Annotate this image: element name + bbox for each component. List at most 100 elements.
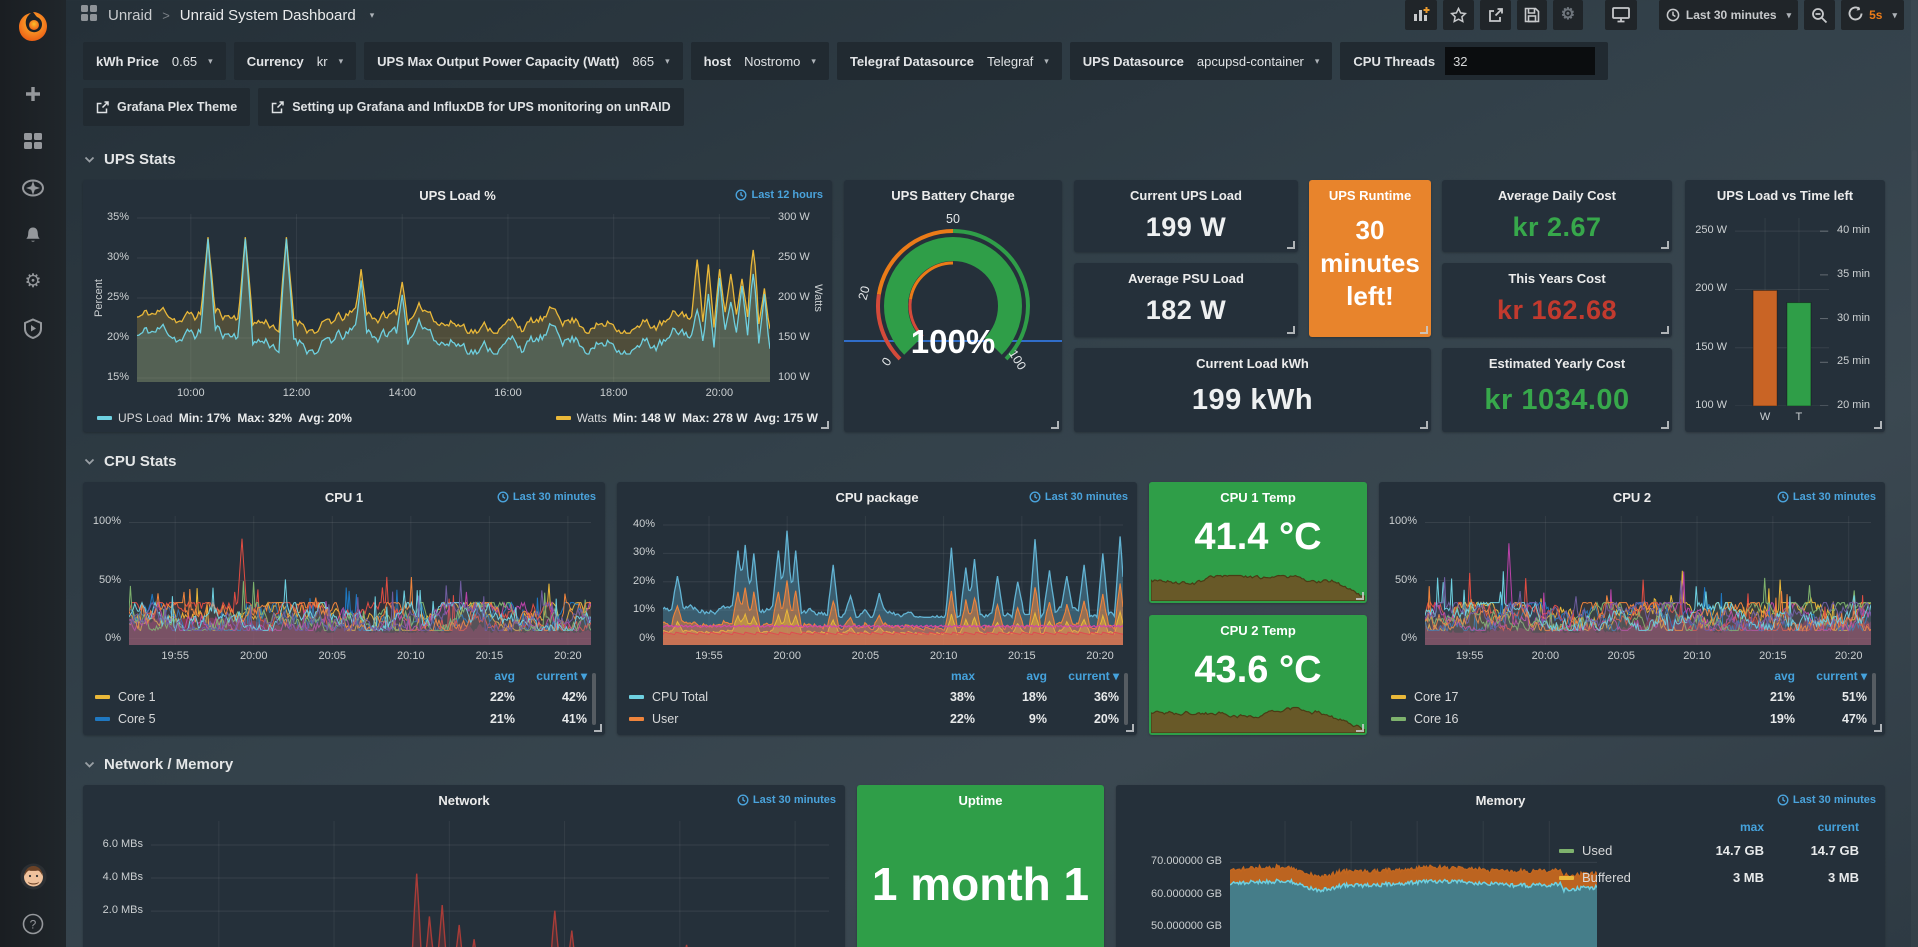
panel-current-ups-load[interactable]: Current UPS Load 199 W: [1074, 180, 1298, 252]
dashboard-title[interactable]: Unraid System Dashboard: [180, 7, 356, 24]
share-dashboard-button[interactable]: [1480, 0, 1511, 30]
panel-cpu-2[interactable]: CPU 2 Last 30 minutes 100%50%0%19:5520:0…: [1379, 482, 1885, 735]
panel-title[interactable]: Memory: [1116, 785, 1885, 808]
panel-ups-load[interactable]: UPS Load % Last 12 hours 35%30%25%20%15%…: [83, 180, 832, 432]
panel-average-psu-load[interactable]: Average PSU Load 182 W: [1074, 263, 1298, 337]
panel-network[interactable]: Network Last 30 minutes 6.0 MBs4.0 MBs2.…: [83, 785, 845, 947]
legend-scrollbar[interactable]: [1124, 673, 1128, 725]
legend-item-watts[interactable]: Watts Min: 148 W Max: 278 W Avg: 175 W: [556, 411, 818, 425]
zoom-out-button[interactable]: [1804, 0, 1835, 30]
legend-column-current[interactable]: current ▾: [1795, 669, 1867, 683]
load-vs-time-plot[interactable]: [1735, 218, 1829, 406]
dashboard-settings-button[interactable]: ⚙: [1553, 0, 1583, 30]
cpu-threads-input[interactable]: [1445, 47, 1595, 75]
panel-ups-battery-charge[interactable]: UPS Battery Charge 02050100 100%: [844, 180, 1062, 432]
refresh-picker[interactable]: 5s ▾: [1841, 0, 1904, 30]
legend-column-avg[interactable]: avg: [443, 669, 515, 683]
panel-cpu-2-temp[interactable]: CPU 2 Temp 43.6 °C: [1149, 615, 1367, 736]
legend-column-current[interactable]: current ▾: [515, 669, 587, 683]
network-plot[interactable]: [151, 821, 829, 947]
cpu1-plot[interactable]: [129, 516, 591, 645]
star-dashboard-button[interactable]: [1443, 0, 1474, 30]
page-scrollbar[interactable]: [1911, 0, 1918, 947]
cpu2-plot[interactable]: [1425, 516, 1871, 645]
ups-load-chart[interactable]: 35%30%25%20%15%300 W250 W200 W150 W100 W…: [89, 208, 826, 402]
legend-column-current[interactable]: current: [1764, 820, 1859, 834]
cpu-package-plot[interactable]: [663, 516, 1123, 645]
link-ups-monitoring-guide[interactable]: Setting up Grafana and InfluxDB for UPS …: [258, 88, 683, 126]
page-scrollbar-thumb[interactable]: [1912, 150, 1917, 320]
panel-title[interactable]: UPS Battery Charge: [844, 180, 1062, 203]
variable-kwh-price[interactable]: kWh Price 0.65▾: [83, 42, 226, 80]
server-admin-shield-icon[interactable]: [0, 305, 66, 352]
cpu-package-chart[interactable]: 40%30%20%10%0%19:5520:0020:0520:1020:152…: [623, 510, 1131, 663]
title-caret-icon[interactable]: ▾: [370, 10, 375, 21]
legend-series-toggle[interactable]: Used: [1559, 843, 1669, 858]
legend-series-toggle[interactable]: Core 1: [95, 690, 443, 704]
panel-cpu-1[interactable]: CPU 1 Last 30 minutes 100%50%0%19:5520:0…: [83, 482, 605, 735]
legend-column-avg[interactable]: avg: [975, 669, 1047, 683]
network-chart[interactable]: 6.0 MBs4.0 MBs2.0 MBs: [89, 813, 839, 947]
refresh-icon[interactable]: [1848, 6, 1863, 24]
user-avatar[interactable]: [0, 853, 66, 900]
panel-time-override[interactable]: Last 30 minutes: [737, 794, 836, 806]
explore-compass-icon[interactable]: [0, 164, 66, 211]
panel-time-override[interactable]: Last 30 minutes: [1777, 794, 1876, 806]
legend-scrollbar[interactable]: [1872, 673, 1876, 725]
create-plus-icon[interactable]: [0, 70, 66, 117]
legend-series-toggle[interactable]: Core 17: [1391, 690, 1723, 704]
panel-uptime[interactable]: Uptime 1 month 1: [857, 785, 1104, 947]
variable-ups-datasource[interactable]: UPS Datasource apcupsd-container▾: [1070, 42, 1333, 80]
legend-column-avg[interactable]: avg: [1723, 669, 1795, 683]
ups-load-plot[interactable]: [137, 214, 770, 382]
add-panel-button[interactable]: [1405, 0, 1437, 30]
panel-title[interactable]: Uptime: [857, 785, 1104, 808]
panel-cpu-package[interactable]: CPU package Last 30 minutes 40%30%20%10%…: [617, 482, 1137, 735]
panel-title[interactable]: Network: [83, 785, 845, 808]
variable-ups-max-output[interactable]: UPS Max Output Power Capacity (Watt) 865…: [364, 42, 682, 80]
panel-time-override[interactable]: Last 12 hours: [735, 189, 823, 201]
panel-memory[interactable]: Memory Last 30 minutes 70.000000 GB60.00…: [1116, 785, 1885, 947]
variable-currency[interactable]: Currency kr▾: [234, 42, 356, 80]
legend-column-current[interactable]: current ▾: [1047, 669, 1119, 683]
help-icon[interactable]: ?: [0, 900, 66, 947]
variable-telegraf-datasource[interactable]: Telegraf Datasource Telegraf▾: [837, 42, 1062, 80]
legend-series-toggle[interactable]: Core 16: [1391, 712, 1723, 726]
panel-this-years-cost[interactable]: This Years Cost kr 162.68: [1442, 263, 1672, 337]
time-range-picker[interactable]: Last 30 minutes ▾: [1659, 0, 1798, 30]
panel-title[interactable]: UPS Load %: [83, 180, 832, 203]
legend-column-max[interactable]: max: [1669, 820, 1764, 834]
panel-cpu-1-temp[interactable]: CPU 1 Temp 41.4 °C: [1149, 482, 1367, 603]
legend-item-ups-load[interactable]: UPS Load Min: 17% Max: 32% Avg: 20%: [97, 411, 352, 425]
section-ups-stats[interactable]: UPS Stats: [83, 144, 1918, 174]
dashboards-icon[interactable]: [0, 117, 66, 164]
panel-average-daily-cost[interactable]: Average Daily Cost kr 2.67: [1442, 180, 1672, 252]
panel-title[interactable]: UPS Load vs Time left: [1685, 180, 1885, 203]
configuration-gear-icon[interactable]: ⚙: [0, 258, 66, 305]
load-vs-time-chart[interactable]: 250 W200 W150 W100 W40 min35 min30 min25…: [1691, 210, 1879, 426]
alerting-bell-icon[interactable]: [0, 211, 66, 258]
memory-plot[interactable]: [1230, 821, 1597, 947]
dashboard-grid-icon[interactable]: [80, 4, 98, 27]
legend-series-toggle[interactable]: Core 5: [95, 712, 443, 726]
variable-host[interactable]: host Nostromo▾: [691, 42, 829, 80]
refresh-interval-label[interactable]: 5s: [1869, 8, 1882, 22]
breadcrumb-folder[interactable]: Unraid: [108, 7, 152, 24]
panel-ups-load-vs-time-left[interactable]: UPS Load vs Time left 250 W200 W150 W100…: [1685, 180, 1885, 432]
legend-series-toggle[interactable]: CPU Total: [629, 690, 903, 704]
cycle-view-mode-button[interactable]: [1605, 0, 1637, 30]
panel-time-override[interactable]: Last 30 minutes: [1029, 491, 1128, 503]
grafana-logo-icon[interactable]: [16, 10, 50, 44]
section-network-memory[interactable]: Network / Memory: [83, 749, 1918, 779]
legend-series-toggle[interactable]: User: [629, 712, 903, 726]
legend-series-toggle[interactable]: Buffered: [1559, 870, 1669, 885]
legend-column-max[interactable]: max: [903, 669, 975, 683]
panel-time-override[interactable]: Last 30 minutes: [497, 491, 596, 503]
section-cpu-stats[interactable]: CPU Stats: [83, 446, 1918, 476]
cpu2-chart[interactable]: 100%50%0%19:5520:0020:0520:1020:1520:20: [1385, 510, 1879, 663]
cpu1-chart[interactable]: 100%50%0%19:5520:0020:0520:1020:1520:20: [89, 510, 599, 663]
panel-estimated-yearly-cost[interactable]: Estimated Yearly Cost kr 1034.00: [1442, 348, 1672, 432]
panel-time-override[interactable]: Last 30 minutes: [1777, 491, 1876, 503]
save-dashboard-button[interactable]: [1517, 0, 1547, 30]
panel-current-load-kwh[interactable]: Current Load kWh 199 kWh: [1074, 348, 1431, 432]
